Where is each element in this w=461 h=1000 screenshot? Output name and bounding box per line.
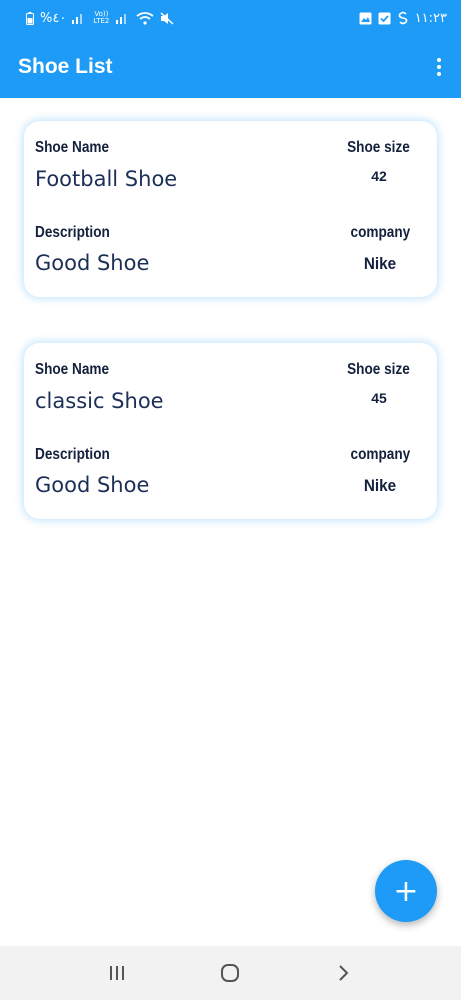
- description-value: Good Shoe: [35, 473, 150, 497]
- shoe-size-label: Shoe size: [347, 361, 410, 378]
- system-nav-bar: [0, 946, 461, 1000]
- battery-percent: %٤٠: [40, 10, 67, 26]
- company-value: Nike: [363, 254, 397, 273]
- shoe-name-label: Shoe Name: [35, 139, 110, 156]
- overflow-menu-icon[interactable]: [431, 52, 447, 82]
- shoe-name-label: Shoe Name: [35, 361, 110, 378]
- signal-icon-2: [116, 12, 130, 24]
- description-label: Description: [35, 224, 110, 241]
- network-label: Vo)) LTE2: [93, 10, 110, 25]
- description-label: Description: [35, 446, 110, 463]
- recent-apps-button[interactable]: [97, 953, 137, 993]
- status-left: %٤٠ Vo)) LTE2: [26, 11, 174, 26]
- add-shoe-button[interactable]: +: [375, 860, 437, 922]
- company-label: company: [350, 224, 410, 241]
- company-value: Nike: [363, 476, 397, 495]
- home-button[interactable]: [210, 953, 250, 993]
- signal-icon: [72, 12, 86, 24]
- battery-icon: [26, 11, 34, 25]
- sync-icon: [397, 11, 409, 25]
- status-bar: %٤٠ Vo)) LTE2 ١١:٢٣: [0, 0, 461, 36]
- back-button[interactable]: [324, 953, 364, 993]
- home-icon: [221, 964, 240, 982]
- shoe-size-label: Shoe size: [347, 139, 410, 156]
- shoe-name-value: Football Shoe: [35, 167, 178, 191]
- page-title: Shoe List: [18, 55, 113, 78]
- gallery-icon: [359, 12, 372, 25]
- status-right: ١١:٢٣: [359, 11, 447, 26]
- plus-icon: +: [393, 873, 419, 909]
- shoe-size-value: 42: [371, 168, 387, 184]
- shoe-card[interactable]: Shoe Name Football Shoe Shoe size 42 Des…: [24, 121, 437, 297]
- wifi-icon: [136, 11, 154, 25]
- chevron-right-icon: [339, 965, 349, 981]
- description-value: Good Shoe: [35, 251, 150, 275]
- company-label: company: [350, 446, 410, 463]
- shoe-name-value: classic Shoe: [35, 389, 164, 413]
- mute-icon: [160, 11, 174, 25]
- recent-apps-icon: [109, 966, 124, 980]
- clock: ١١:٢٣: [414, 10, 447, 26]
- shoe-size-value: 45: [371, 390, 387, 406]
- check-icon: [378, 12, 391, 25]
- app-bar: Shoe List: [0, 36, 461, 98]
- shoe-card[interactable]: Shoe Name classic Shoe Shoe size 45 Desc…: [24, 343, 437, 519]
